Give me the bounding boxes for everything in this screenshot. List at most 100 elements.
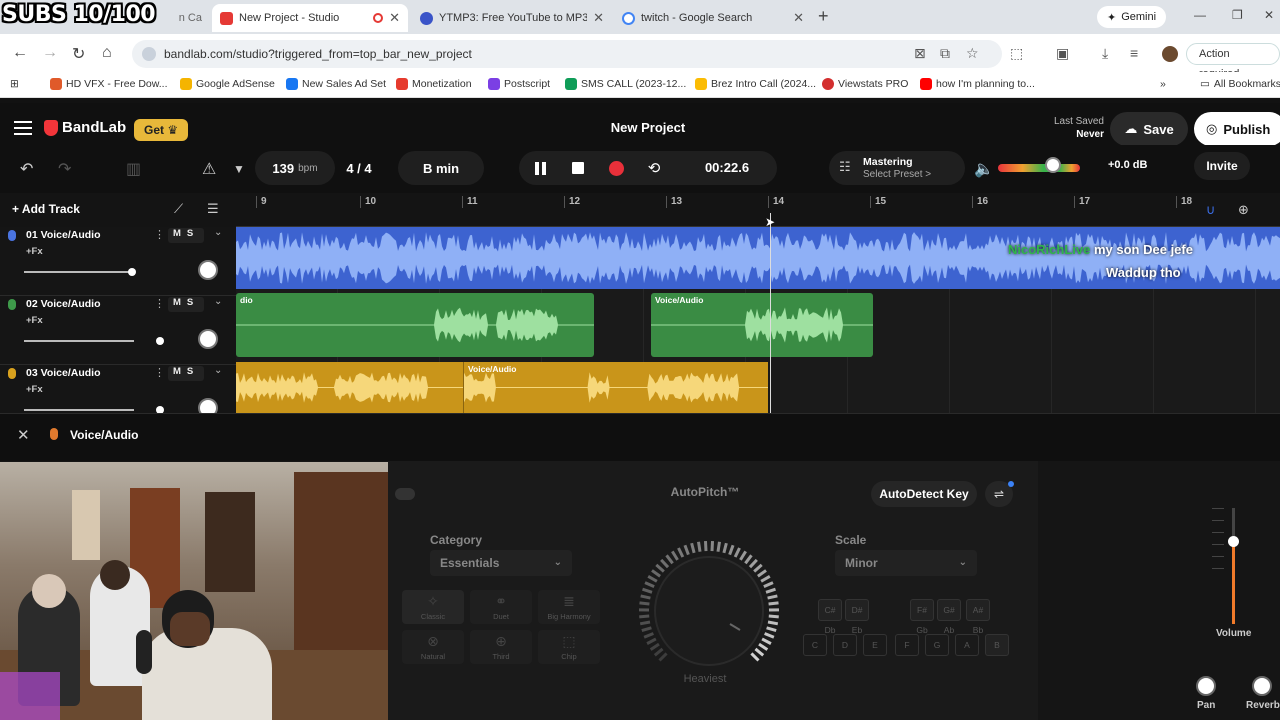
profile-avatar[interactable] [1162,46,1178,62]
key-selector[interactable]: B min [398,151,484,185]
track-volume-slider[interactable] [24,337,164,345]
tab-close-icon[interactable]: ✕ [793,10,804,26]
stop-button[interactable] [559,151,597,185]
close-panel-icon[interactable]: ✕ [17,426,30,444]
key-button[interactable]: A# Bb [966,599,990,635]
track-volume-slider[interactable] [24,268,136,276]
add-fx-button[interactable]: +Fx [26,246,43,257]
autodetect-key-button[interactable]: AutoDetect Key [871,481,977,507]
tab-close-icon[interactable]: ✕ [389,10,400,26]
preset-duet[interactable]: ⚭ Duet [470,590,532,624]
bookmark-star-icon[interactable]: ☆ [966,45,979,62]
audio-clip[interactable]: Voice/Audio [651,293,873,357]
track-header[interactable]: 01 Voice/Audio +Fx ⋮ MS ⌄ [0,227,236,296]
downloads-icon[interactable]: ⤓ [1102,45,1108,62]
snap-magnet-icon[interactable]: ∪ [1206,202,1216,218]
track-more-icon[interactable]: ⋮ [154,228,165,241]
pan-knob[interactable] [198,398,218,413]
install-app-icon[interactable]: ⧉ [940,45,950,62]
more-bookmarks-icon[interactable]: » [1160,78,1166,90]
action-required-button[interactable]: Action required [1186,43,1280,80]
metronome-options-icon[interactable]: ▼ [233,162,245,176]
key-button[interactable]: A [955,634,979,656]
pan-knob[interactable] [198,260,218,280]
reload-icon[interactable]: ↻ [72,44,85,64]
mute-solo-buttons[interactable]: MS [168,297,205,312]
tab-search-icon[interactable]: ▣ [1056,45,1069,62]
key-button[interactable]: D# Eb [845,599,869,635]
expand-chevron-icon[interactable]: ⌄ [214,296,222,307]
preset-third[interactable]: ⊕ Third [470,630,532,664]
extensions-icon[interactable]: ⬚ [1010,45,1023,62]
add-fx-button[interactable]: +Fx [26,315,43,326]
volume-fader[interactable] [1228,508,1239,624]
apps-grid-icon[interactable]: ⊞ [10,78,19,90]
media-control-icon[interactable]: ≡ [1130,45,1138,61]
audio-clip[interactable] [236,362,463,413]
minimize-icon[interactable]: — [1194,8,1206,22]
invite-button[interactable]: Invite [1194,152,1250,180]
key-button[interactable]: E [863,634,887,656]
home-icon[interactable]: ⌂ [102,44,112,62]
gemini-button[interactable]: ✦ Gemini [1097,6,1167,28]
tab-close-icon[interactable]: ✕ [593,10,604,26]
volume-fader-handle[interactable] [1228,536,1239,547]
mute-solo-buttons[interactable]: MS [168,366,205,381]
bookmark-item[interactable]: New Sales Ad Set [286,78,386,90]
bookmark-item[interactable]: Monetization [396,78,472,90]
track-header[interactable]: 02 Voice/Audio +Fx ⋮ MS ⌄ [0,296,236,365]
all-bookmarks[interactable]: ▭ All Bookmarks [1200,78,1280,90]
volume-handle[interactable] [156,406,164,413]
pan-knob[interactable] [198,329,218,349]
site-info-icon[interactable] [142,47,156,61]
camera-blocked-icon[interactable]: ⊠ [914,45,926,62]
bookmark-item[interactable]: SMS CALL (2023-12... [565,78,686,90]
bandlab-logo[interactable]: BandLab [44,119,126,136]
new-tab-icon[interactable]: + [818,6,829,27]
track-volume-slider[interactable] [24,406,164,413]
zoom-icon[interactable]: ⊕ [1238,202,1249,218]
track-more-icon[interactable]: ⋮ [154,366,165,379]
browser-tab-active[interactable]: New Project - Studio ✕ [212,4,408,32]
volume-handle[interactable] [128,268,136,276]
master-volume-slider[interactable] [998,164,1080,172]
audio-clip[interactable]: Voice/Audio [463,362,768,413]
add-fx-button[interactable]: +Fx [26,384,43,395]
bookmark-item[interactable]: how I'm planning to... [920,78,1035,90]
reverb-knob[interactable] [1252,676,1272,696]
key-button[interactable]: F# Gb [910,599,934,635]
audio-clip[interactable]: dio [236,293,594,357]
preset-big-harmony[interactable]: ≣ Big Harmony [538,590,600,624]
redo-icon[interactable]: ↷ [58,159,71,179]
bookmark-item[interactable]: Postscript [488,78,550,90]
expand-chevron-icon[interactable]: ⌄ [214,227,222,238]
pause-button[interactable] [521,151,559,185]
publish-button[interactable]: ◎ Publish [1194,112,1280,146]
save-button[interactable]: ☁ Save [1110,112,1188,146]
bookmark-item[interactable]: Viewstats PRO [822,78,908,90]
bookmark-item[interactable]: Brez Intro Call (2024... [695,78,816,90]
key-button[interactable]: G# Ab [937,599,961,635]
browser-tab[interactable]: YTMP3: Free YouTube to MP3 C ✕ [412,4,612,32]
track-settings-icon[interactable]: ☰ [207,201,219,217]
browser-tab[interactable]: twitch - Google Search ✕ [614,4,812,32]
preset-natural[interactable]: ⊗ Natural [402,630,464,664]
volume-handle[interactable] [156,337,164,345]
restore-icon[interactable]: ❐ [1232,8,1243,22]
forward-icon[interactable]: → [42,44,58,62]
tempo-field[interactable]: 139 bpm [255,151,335,185]
mute-solo-buttons[interactable]: MS [168,228,205,243]
playhead[interactable] [770,213,771,413]
scale-select[interactable]: Minor ⌄ [835,550,977,576]
key-button[interactable]: C# Db [818,599,842,635]
bookmark-item[interactable]: Google AdSense [180,78,275,90]
key-button[interactable]: G [925,634,949,656]
pan-knob[interactable] [1196,676,1216,696]
key-button[interactable]: C [803,634,827,656]
record-button[interactable] [597,151,635,185]
project-title[interactable]: New Project [548,120,748,135]
undo-icon[interactable]: ↶ [20,159,33,179]
key-button[interactable]: F [895,634,919,656]
preset-classic[interactable]: ✧ Classic [402,590,464,624]
key-button[interactable]: D [833,634,857,656]
